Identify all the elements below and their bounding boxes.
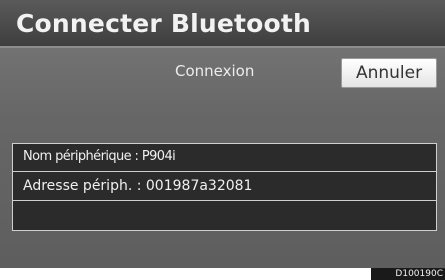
device-name-row: Nom périphérique : P904i [13,144,436,172]
device-address-row: Adresse périph. : 001987a32081 [13,173,436,201]
bluetooth-connect-screen: Connecter Bluetooth Connexion Annuler No… [0,0,445,268]
empty-info-row [13,202,436,230]
device-address-text: Adresse périph. : 001987a32081 [23,178,253,194]
device-name-text: Nom périphérique : P904i [23,149,176,164]
connection-status: Connexion [175,62,255,80]
figure-code-tag: D100190C [371,268,445,280]
title-bar: Connecter Bluetooth [0,0,445,48]
page-title: Connecter Bluetooth [16,9,312,38]
device-info-panel: Nom périphérique : P904i Adresse périph.… [12,143,437,231]
figure-code: D100190C [395,269,443,279]
cancel-button[interactable]: Annuler [341,58,437,88]
